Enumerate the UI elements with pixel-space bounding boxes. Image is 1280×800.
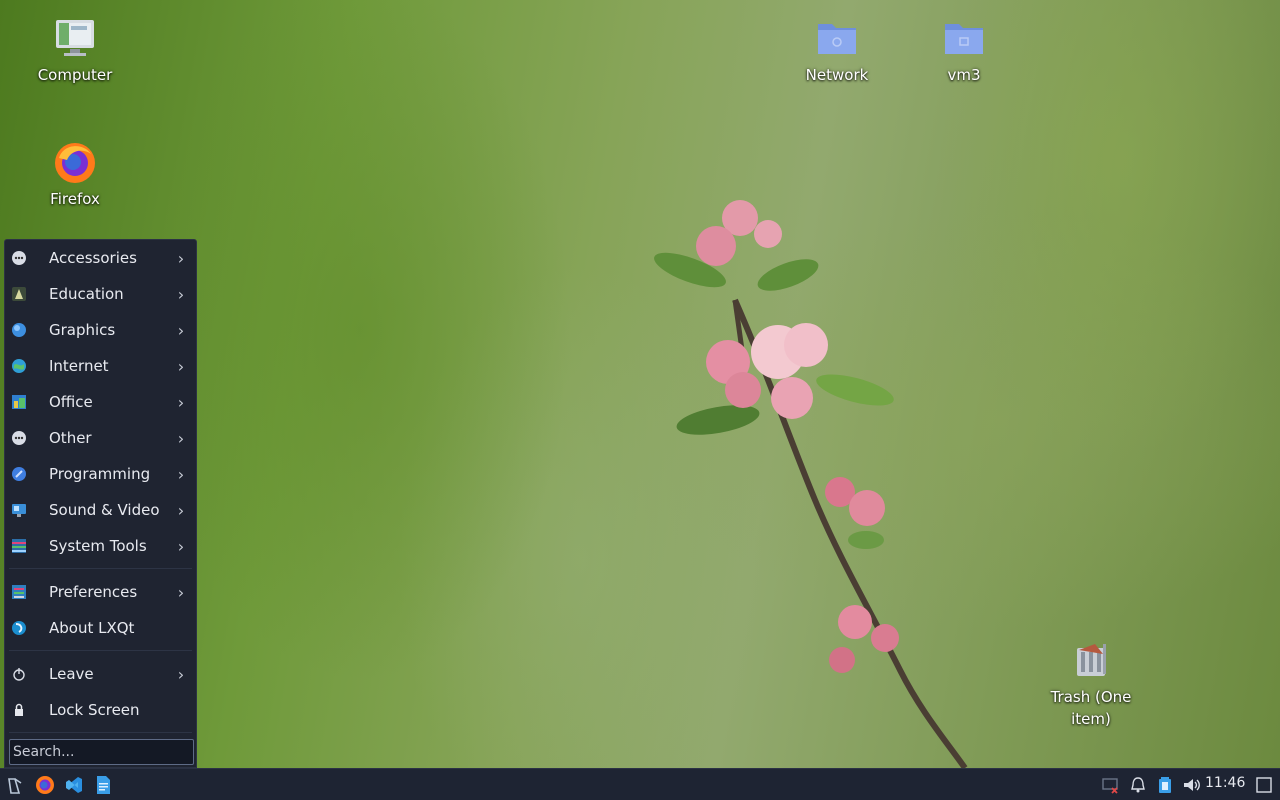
internet-icon bbox=[11, 358, 27, 374]
education-icon bbox=[11, 286, 27, 302]
menu-separator bbox=[9, 568, 192, 569]
menu-item-leave[interactable]: Leave › bbox=[5, 657, 196, 691]
battery-icon bbox=[1159, 777, 1171, 793]
menu-item-internet[interactable]: Internet › bbox=[5, 349, 196, 383]
tray-network-status[interactable] bbox=[1098, 773, 1122, 797]
desktop-icon-firefox[interactable]: Firefox bbox=[20, 140, 130, 210]
graphics-icon bbox=[11, 322, 27, 338]
other-icon bbox=[11, 430, 27, 446]
accessories-icon bbox=[11, 250, 27, 266]
menu-item-label: Sound & Video bbox=[49, 501, 160, 519]
text-editor-icon bbox=[97, 776, 110, 794]
menu-item-label: Other bbox=[49, 429, 92, 447]
menu-item-office[interactable]: Office › bbox=[5, 385, 196, 419]
menu-item-label: Graphics bbox=[49, 321, 116, 339]
office-icon bbox=[11, 394, 27, 410]
menu-item-graphics[interactable]: Graphics › bbox=[5, 313, 196, 347]
menu-item-label: System Tools bbox=[49, 537, 147, 555]
chevron-right-icon: › bbox=[177, 248, 185, 268]
menu-item-label: Internet bbox=[49, 357, 109, 375]
taskbar-vscode-launcher[interactable] bbox=[62, 773, 86, 797]
start-menu-icon bbox=[8, 778, 22, 794]
vm3-folder-icon bbox=[945, 24, 983, 54]
taskbar-text-editor-launcher[interactable] bbox=[91, 773, 115, 797]
tray-battery[interactable] bbox=[1153, 773, 1177, 797]
lock-icon bbox=[11, 702, 27, 718]
menu-item-other[interactable]: Other › bbox=[5, 421, 196, 455]
power-icon bbox=[11, 666, 27, 682]
show-desktop-button[interactable] bbox=[1252, 773, 1276, 797]
sound-video-icon bbox=[11, 502, 27, 518]
taskbar-firefox-launcher[interactable] bbox=[33, 773, 57, 797]
computer-icon bbox=[56, 20, 94, 56]
volume-icon bbox=[1184, 779, 1200, 791]
chevron-right-icon: › bbox=[177, 284, 185, 304]
menu-item-sound-video[interactable]: Sound & Video › bbox=[5, 493, 196, 527]
preferences-icon bbox=[11, 584, 27, 600]
desktop-icon-network[interactable]: Network bbox=[782, 16, 892, 86]
desktop-icon-label: Network bbox=[805, 66, 869, 84]
system-tools-icon bbox=[11, 538, 27, 554]
chevron-right-icon: › bbox=[177, 464, 185, 484]
network-folder-icon bbox=[818, 24, 856, 54]
chevron-right-icon: › bbox=[177, 320, 185, 340]
menu-item-label: Preferences bbox=[49, 583, 138, 601]
menu-separator bbox=[9, 732, 192, 733]
show-desktop-icon bbox=[1256, 777, 1272, 793]
tray-volume[interactable] bbox=[1180, 773, 1204, 797]
programming-icon bbox=[11, 466, 27, 482]
chevron-right-icon: › bbox=[177, 582, 185, 602]
notification-bell-icon bbox=[1131, 777, 1145, 793]
start-menu: Accessories › Education › Graphics › Int… bbox=[4, 239, 197, 768]
menu-item-lock-screen[interactable]: Lock Screen bbox=[5, 693, 196, 727]
chevron-right-icon: › bbox=[177, 500, 185, 520]
menu-item-label: Accessories bbox=[49, 249, 137, 267]
vscode-icon bbox=[66, 777, 82, 793]
menu-separator bbox=[9, 650, 192, 651]
chevron-right-icon: › bbox=[177, 664, 185, 684]
menu-item-label: Office bbox=[49, 393, 93, 411]
menu-item-programming[interactable]: Programming › bbox=[5, 457, 196, 491]
desktop-icon-label: Trash (One item) bbox=[1050, 688, 1132, 728]
chevron-right-icon: › bbox=[177, 428, 185, 448]
chevron-right-icon: › bbox=[177, 356, 185, 376]
firefox-icon bbox=[36, 776, 54, 794]
network-disconnected-icon bbox=[1102, 778, 1118, 794]
menu-item-label: About LXQt bbox=[49, 619, 135, 637]
menu-item-about-lxqt[interactable]: About LXQt bbox=[5, 611, 196, 645]
menu-item-label: Leave bbox=[49, 665, 94, 683]
desktop-icon-label: Firefox bbox=[50, 190, 100, 208]
lxqt-icon bbox=[11, 620, 27, 636]
menu-item-label: Lock Screen bbox=[49, 701, 140, 719]
menu-item-education[interactable]: Education › bbox=[5, 277, 196, 311]
tray-notifications[interactable] bbox=[1126, 773, 1150, 797]
trash-icon bbox=[1077, 644, 1106, 676]
start-menu-button[interactable] bbox=[3, 773, 27, 797]
taskbar: 11:46 bbox=[0, 768, 1280, 800]
menu-item-accessories[interactable]: Accessories › bbox=[5, 241, 196, 275]
menu-item-label: Programming bbox=[49, 465, 151, 483]
menu-item-system-tools[interactable]: System Tools › bbox=[5, 529, 196, 563]
chevron-right-icon: › bbox=[177, 536, 185, 556]
chevron-right-icon: › bbox=[177, 392, 185, 412]
desktop-icon-label: Computer bbox=[37, 66, 113, 84]
menu-item-label: Education bbox=[49, 285, 124, 303]
menu-search-input[interactable] bbox=[9, 739, 194, 765]
taskbar-clock[interactable]: 11:46 bbox=[1205, 775, 1245, 791]
firefox-icon bbox=[55, 143, 95, 183]
desktop-icon-trash[interactable]: Trash (One item) bbox=[1036, 638, 1146, 730]
desktop-icon-computer[interactable]: Computer bbox=[20, 16, 130, 86]
desktop-icon-vm3[interactable]: vm3 bbox=[909, 16, 1019, 86]
desktop-icon-label: vm3 bbox=[947, 66, 981, 84]
menu-item-preferences[interactable]: Preferences › bbox=[5, 575, 196, 609]
